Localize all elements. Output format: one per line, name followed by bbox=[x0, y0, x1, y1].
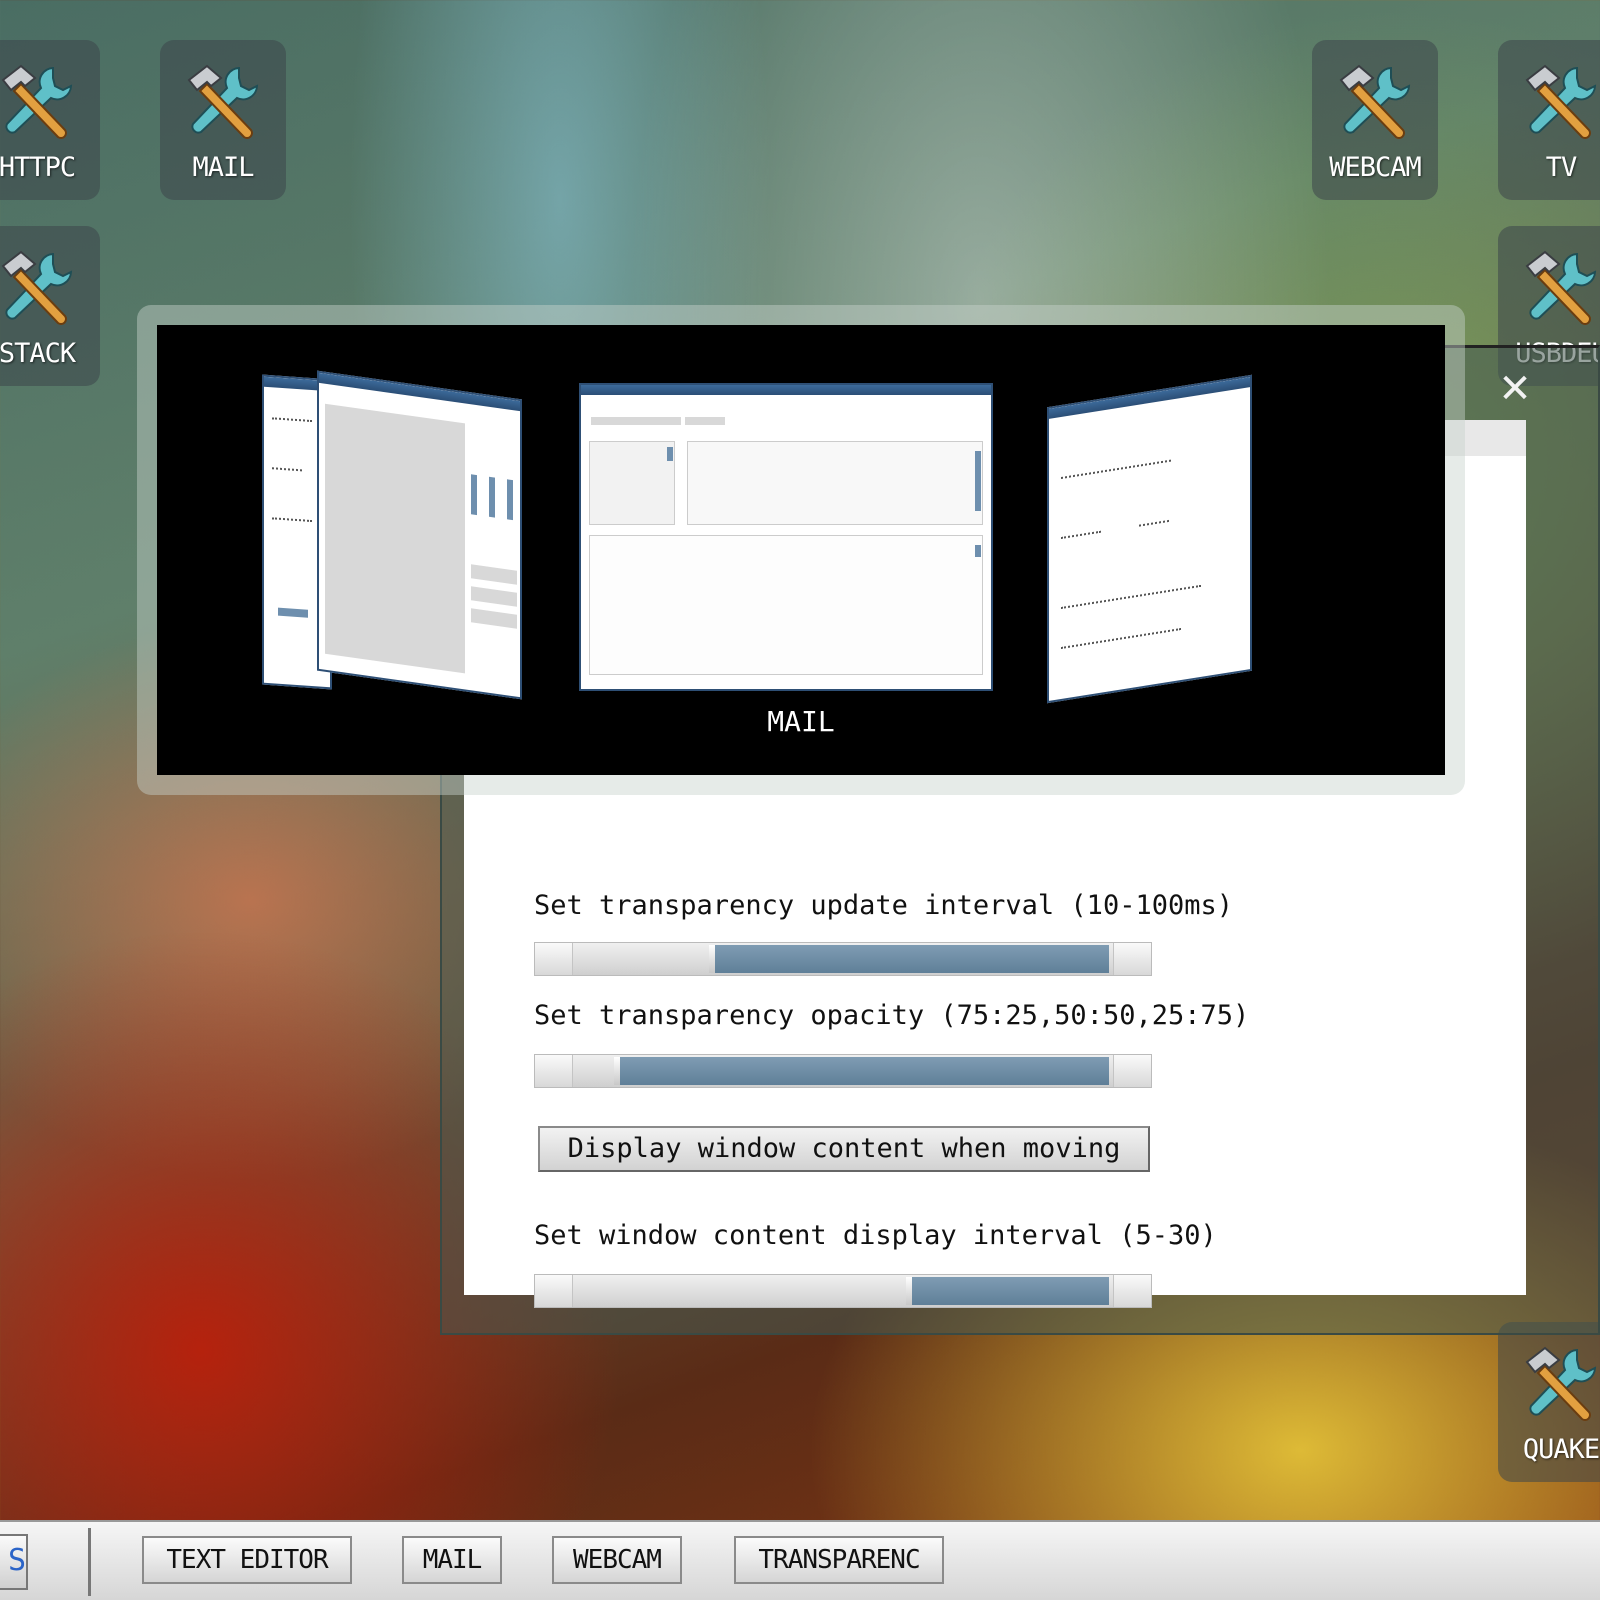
update-interval-label: Set transparency update interval (10-100… bbox=[534, 890, 1233, 921]
display-interval-label: Set window content display interval (5-3… bbox=[534, 1220, 1217, 1251]
desktop-icon-label: QUAKE bbox=[1522, 1434, 1600, 1465]
thumbnail-text bbox=[1139, 519, 1169, 527]
taskbar-button-transparency[interactable]: TRANSPARENC bbox=[734, 1536, 944, 1584]
thumbnail-text bbox=[1061, 459, 1171, 480]
thumbnail-text bbox=[272, 517, 312, 523]
desktop-icon-label: WEBCAM bbox=[1329, 152, 1422, 183]
switcher-panel: MAIL bbox=[157, 325, 1445, 775]
move-content-button[interactable]: Display window content when moving bbox=[538, 1126, 1150, 1172]
desktop-icon-webcam[interactable]: WEBCAM bbox=[1312, 40, 1438, 200]
switcher-selected-title: MAIL bbox=[767, 705, 835, 738]
tools-icon bbox=[1329, 58, 1421, 150]
tools-icon bbox=[1515, 244, 1600, 336]
taskbar-button-text-editor[interactable]: TEXT EDITOR bbox=[142, 1536, 352, 1584]
thumbnail-slider bbox=[489, 476, 495, 518]
update-interval-slider[interactable] bbox=[534, 942, 1152, 976]
thumbnail-text bbox=[272, 417, 312, 423]
tools-icon bbox=[1515, 1340, 1600, 1432]
thumbnail-scrollbar bbox=[975, 451, 981, 511]
slider-left-cap bbox=[535, 943, 573, 975]
thumbnail-text bbox=[272, 467, 302, 472]
slider-right-cap bbox=[1113, 1055, 1151, 1087]
thumbnail-titlebar bbox=[319, 372, 520, 412]
window-thumbnail-webcam[interactable] bbox=[317, 370, 522, 700]
taskbar-button-webcam[interactable]: WEBCAM bbox=[552, 1536, 682, 1584]
thumbnail-button bbox=[471, 564, 517, 585]
thumbnail-toolbar bbox=[685, 417, 725, 425]
window-switcher: MAIL bbox=[137, 305, 1465, 795]
desktop-icon-stack[interactable]: STACK bbox=[0, 226, 100, 386]
desktop-icon-tv[interactable]: TV bbox=[1498, 40, 1600, 200]
slider-fill bbox=[620, 1057, 1109, 1085]
slider-left-cap bbox=[535, 1275, 573, 1307]
tools-icon bbox=[1515, 58, 1600, 150]
taskbar: S TEXT EDITOR MAIL WEBCAM TRANSPARENC bbox=[0, 1520, 1600, 1600]
display-interval-slider[interactable] bbox=[534, 1274, 1152, 1308]
tools-icon bbox=[177, 58, 269, 150]
thumbnail-slider bbox=[278, 607, 308, 618]
slider-thumb[interactable] bbox=[906, 1277, 912, 1305]
opacity-label: Set transparency opacity (75:25,50:50,25… bbox=[534, 1000, 1250, 1031]
thumbnail-preview bbox=[325, 403, 465, 674]
thumbnail-titlebar bbox=[581, 385, 991, 395]
window-thumbnail-transparency[interactable] bbox=[1047, 374, 1252, 704]
slider-thumb[interactable] bbox=[614, 1057, 620, 1085]
thumbnail-button bbox=[471, 586, 517, 607]
thumbnail-text bbox=[1061, 628, 1181, 650]
window-thumbnail-mail[interactable] bbox=[579, 383, 993, 691]
slider-left-cap bbox=[535, 1055, 573, 1087]
desktop-icon-label: TV bbox=[1545, 152, 1578, 183]
desktop-icon-label: MAIL bbox=[192, 152, 254, 183]
opacity-slider[interactable] bbox=[534, 1054, 1152, 1088]
thumbnail-scrollbar bbox=[975, 545, 981, 557]
thumbnail-message-list bbox=[687, 441, 983, 525]
slider-right-cap bbox=[1113, 943, 1151, 975]
close-icon[interactable]: ✕ bbox=[1496, 369, 1534, 409]
thumbnail-folder-pane bbox=[589, 441, 675, 525]
desktop-icon-label: STACK bbox=[0, 338, 76, 369]
taskbar-button-mail[interactable]: MAIL bbox=[402, 1536, 502, 1584]
desktop-icon-label: HTTPC bbox=[0, 152, 76, 183]
thumbnail-toolbar bbox=[591, 417, 681, 425]
desktop-icon-httpc[interactable]: HTTPC bbox=[0, 40, 100, 200]
slider-right-cap bbox=[1113, 1275, 1151, 1307]
thumbnail-scrollbar bbox=[667, 447, 673, 461]
thumbnail-text bbox=[1061, 530, 1101, 540]
slider-fill bbox=[912, 1277, 1109, 1305]
thumbnail-button bbox=[471, 608, 517, 629]
start-button[interactable]: S bbox=[0, 1534, 28, 1590]
desktop-icon-mail[interactable]: MAIL bbox=[160, 40, 286, 200]
desktop-icon-quake[interactable]: QUAKE bbox=[1498, 1322, 1600, 1482]
tools-icon bbox=[0, 58, 83, 150]
tools-icon bbox=[0, 244, 83, 336]
thumbnail-text bbox=[1061, 584, 1201, 610]
thumbnail-slider bbox=[471, 474, 477, 516]
thumbnail-titlebar bbox=[1049, 377, 1250, 419]
thumbnail-preview-pane bbox=[589, 535, 983, 675]
slider-thumb[interactable] bbox=[709, 945, 715, 973]
slider-fill bbox=[715, 945, 1109, 973]
taskbar-separator bbox=[88, 1528, 91, 1596]
thumbnail-slider bbox=[507, 479, 513, 521]
